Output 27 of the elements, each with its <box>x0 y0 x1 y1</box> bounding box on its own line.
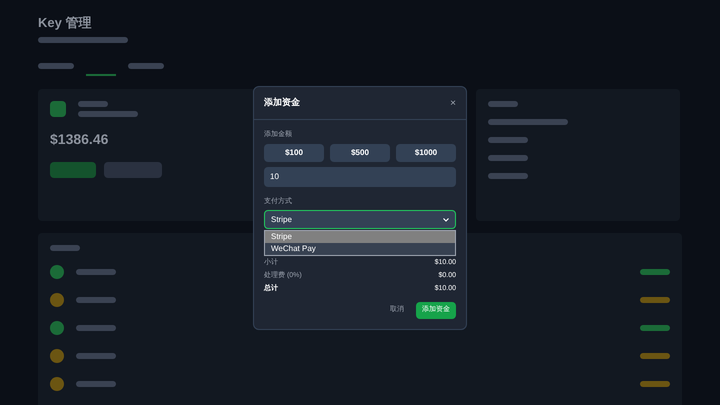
blurred-text <box>78 110 138 116</box>
preset-button[interactable]: $500 <box>330 144 390 162</box>
close-button[interactable]: × <box>450 96 456 110</box>
blurred-text <box>488 172 528 178</box>
blurred-text <box>50 244 80 250</box>
add-button[interactable] <box>50 162 96 178</box>
blurred-text <box>38 62 74 68</box>
blurred-text <box>76 324 116 330</box>
blurred-text <box>78 100 108 106</box>
blurred-text <box>488 136 528 142</box>
preset-button[interactable]: $1000 <box>396 144 456 162</box>
balance-amount: $1386.46 <box>50 130 108 148</box>
dialog-title: 添加资金 <box>264 96 300 110</box>
secondary-button[interactable] <box>104 162 162 178</box>
page-title: Key 管理 <box>38 14 92 32</box>
blurred-text <box>76 380 116 386</box>
blurred-text <box>128 62 164 68</box>
blurred-text <box>76 352 116 358</box>
blurred-text <box>488 100 518 106</box>
dropdown-option[interactable]: Stripe <box>265 231 455 243</box>
payment-select[interactable]: Stripe <box>264 210 456 229</box>
chevron-icon <box>443 218 449 222</box>
blurred-text <box>76 296 116 302</box>
blurred-text <box>76 268 116 274</box>
preset-button[interactable]: $100 <box>264 144 324 162</box>
amount-input[interactable]: 10 <box>264 166 456 186</box>
blurred-text <box>488 154 528 160</box>
